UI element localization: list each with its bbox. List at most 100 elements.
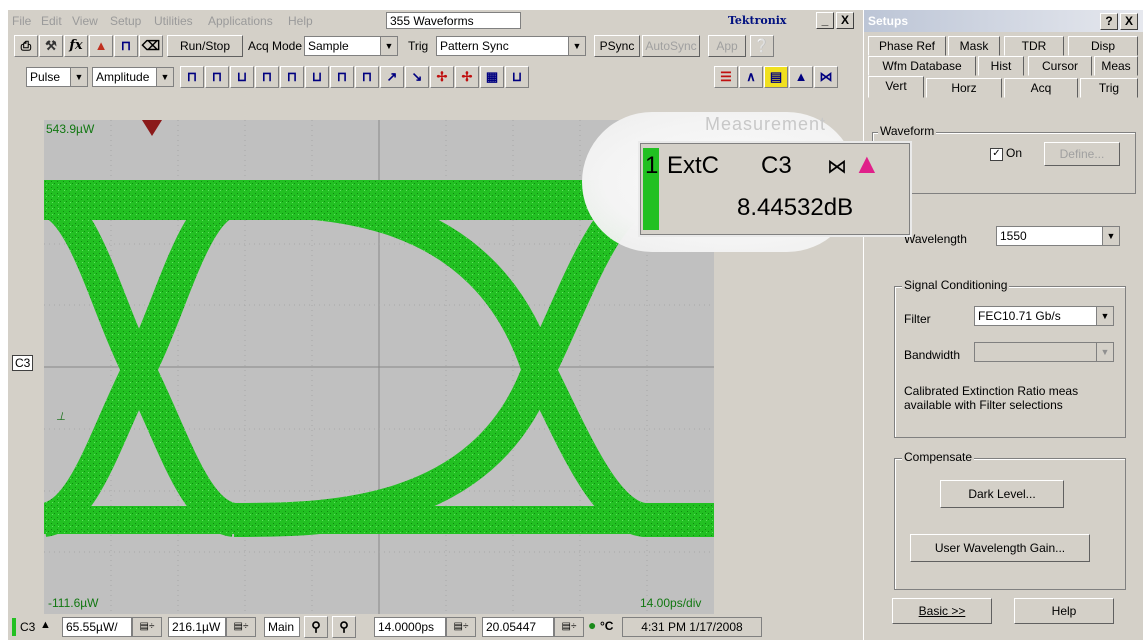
math-icon[interactable]: fx [64, 35, 88, 57]
tab-meas[interactable]: Meas [1094, 56, 1138, 76]
rise-time-icon[interactable]: ↗ [380, 66, 404, 88]
menu-setup[interactable]: Setup [110, 14, 141, 28]
meas-list-icon[interactable]: ☰ [714, 66, 738, 88]
horizontal-scale-spinner[interactable]: ▤÷ [446, 617, 476, 637]
zoom-1-icon[interactable]: ⚲ [304, 616, 328, 638]
pattern-icon[interactable]: ⊔ [505, 66, 529, 88]
tab-mask[interactable]: Mask [948, 36, 1000, 56]
setups-panel: Setups ? X Phase Ref Mask TDR Disp Wfm D… [864, 10, 1143, 640]
jitter-icon[interactable]: ✢ [430, 66, 454, 88]
status-channel[interactable]: C3 [20, 620, 35, 634]
acq-mode-select[interactable]: Sample ▼ [304, 36, 398, 56]
pulse-meas-icon[interactable]: ⊓ [180, 66, 204, 88]
channel-marker[interactable]: C3 [12, 355, 34, 371]
status-bar: C3 ▲ 65.55µW/ ▤÷ 216.1µW ▤÷ Main ⚲ ⚲ 14.… [8, 614, 863, 640]
waveform-color-icon[interactable]: ▲ [89, 35, 113, 57]
basic-button[interactable]: Basic >> [892, 598, 992, 624]
tab-hist[interactable]: Hist [978, 56, 1024, 76]
measurement-parameter-select[interactable]: Amplitude ▼ [92, 67, 174, 87]
offset-spinner[interactable]: ▤÷ [226, 617, 256, 637]
wavelength-select[interactable]: 1550 ▼ [996, 226, 1120, 246]
pulse-cross-icon[interactable]: ⊓ [330, 66, 354, 88]
eraser-icon[interactable]: ⌫ [139, 35, 163, 57]
readout-channel: C3 [761, 152, 792, 179]
rz-icon[interactable]: ▲ [789, 66, 813, 88]
menu-view[interactable]: View [72, 14, 98, 28]
vertical-scale-field[interactable]: 65.55µW/ [62, 617, 132, 637]
close-button[interactable]: X [836, 12, 854, 29]
trigger-position-marker[interactable] [142, 120, 162, 136]
pulse-freq-icon[interactable]: ⊓ [280, 66, 304, 88]
eye-meas-icon[interactable]: ∧ [739, 66, 763, 88]
tab-acq[interactable]: Acq [1004, 78, 1078, 98]
run-stop-button[interactable]: Run/Stop [167, 35, 243, 57]
filter-select[interactable]: FEC10.71 Gb/s ▼ [974, 306, 1114, 326]
bandwidth-select[interactable]: ▼ [974, 342, 1114, 362]
trig-select[interactable]: Pattern Sync ▼ [436, 36, 586, 56]
tab-trig[interactable]: Trig [1080, 78, 1138, 98]
on-label: On [1006, 146, 1023, 160]
help-question-icon[interactable]: ? [1100, 13, 1118, 30]
chevron-down-icon: ▼ [380, 37, 397, 55]
chevron-down-icon: ▼ [1096, 343, 1113, 361]
waveform-color-icon: ▲ [853, 148, 881, 179]
pulse-duty-icon[interactable]: ⊔ [305, 66, 329, 88]
tools-icon[interactable]: ⚒ [39, 35, 63, 57]
jitter-rms-icon[interactable]: ✢ [455, 66, 479, 88]
scale-spinner[interactable]: ▤÷ [132, 617, 162, 637]
measure-icon[interactable]: ⊓ [114, 35, 138, 57]
ground-marker: ⊥ [56, 411, 66, 423]
waveform-group-label: Waveform [878, 124, 937, 138]
menu-applications[interactable]: Applications [208, 14, 273, 28]
menu-edit[interactable]: Edit [41, 14, 62, 28]
acq-mode-label: Acq Mode [248, 39, 303, 53]
measurement-category-select[interactable]: Pulse ▼ [26, 67, 88, 87]
position-spinner[interactable]: ▤÷ [554, 617, 584, 637]
measurement-readout[interactable]: 1 ExtC C3 ⋈ ▲ 8.44532dB [640, 143, 910, 235]
user-wavelength-gain-button[interactable]: User Wavelength Gain... [910, 534, 1090, 562]
tab-wfm-database[interactable]: Wfm Database [868, 56, 976, 76]
histogram-icon[interactable]: ▦ [480, 66, 504, 88]
pulse-burst-icon[interactable]: ⊓ [355, 66, 379, 88]
calibrated-note: Calibrated Extinction Ratio meas availab… [904, 384, 1079, 412]
pulse-train-icon[interactable]: ⊓ [205, 66, 229, 88]
tab-phase-ref[interactable]: Phase Ref [868, 36, 946, 56]
on-checkbox[interactable]: ✓ [990, 148, 1003, 161]
setups-close-button[interactable]: X [1120, 13, 1138, 30]
eye-pattern-icon[interactable]: ⋈ [814, 66, 838, 88]
timebase-main-field[interactable]: Main [264, 617, 300, 637]
filter-label: Filter [904, 312, 931, 326]
bandwidth-label: Bandwidth [904, 348, 961, 362]
top-reference-label: 543.9µW [46, 122, 95, 136]
waveform-count: 355 Waveforms [386, 12, 521, 29]
eye-icon: ⋈ [827, 156, 847, 178]
print-icon[interactable]: ⎙ [14, 35, 38, 57]
tab-vert[interactable]: Vert [868, 76, 924, 98]
app-button[interactable]: App [708, 35, 746, 57]
psync-button[interactable]: PSync [594, 35, 640, 57]
nrz-icon[interactable]: ▤ [764, 66, 788, 88]
fall-time-icon[interactable]: ↘ [405, 66, 429, 88]
pulse-period-icon[interactable]: ⊓ [255, 66, 279, 88]
menu-help[interactable]: Help [288, 14, 313, 28]
dark-level-button[interactable]: Dark Level... [940, 480, 1064, 508]
tab-horz[interactable]: Horz [926, 78, 1002, 98]
pulse-width-icon[interactable]: ⊔ [230, 66, 254, 88]
horizontal-position-field[interactable]: 20.05447 [482, 617, 554, 637]
help-pointer-icon[interactable]: ❔ [750, 35, 774, 57]
tab-tdr[interactable]: TDR [1004, 36, 1064, 56]
help-button[interactable]: Help [1014, 598, 1114, 624]
menu-utilities[interactable]: Utilities [154, 14, 193, 28]
tab-disp[interactable]: Disp [1068, 36, 1138, 56]
autosync-button[interactable]: AutoSync [642, 35, 700, 57]
horizontal-scale-field[interactable]: 14.0000ps [374, 617, 446, 637]
compensate-label: Compensate [902, 450, 975, 464]
vertical-offset-field[interactable]: 216.1µW [168, 617, 226, 637]
tab-cursor[interactable]: Cursor [1028, 56, 1092, 76]
define-button[interactable]: Define... [1044, 142, 1120, 166]
magnifier-background-text: Measurement [705, 114, 827, 134]
channel-up-icon[interactable]: ▲ [40, 619, 51, 631]
minimize-button[interactable]: _ [816, 12, 834, 29]
menu-file[interactable]: File [12, 14, 31, 28]
zoom-2-icon[interactable]: ⚲ [332, 616, 356, 638]
